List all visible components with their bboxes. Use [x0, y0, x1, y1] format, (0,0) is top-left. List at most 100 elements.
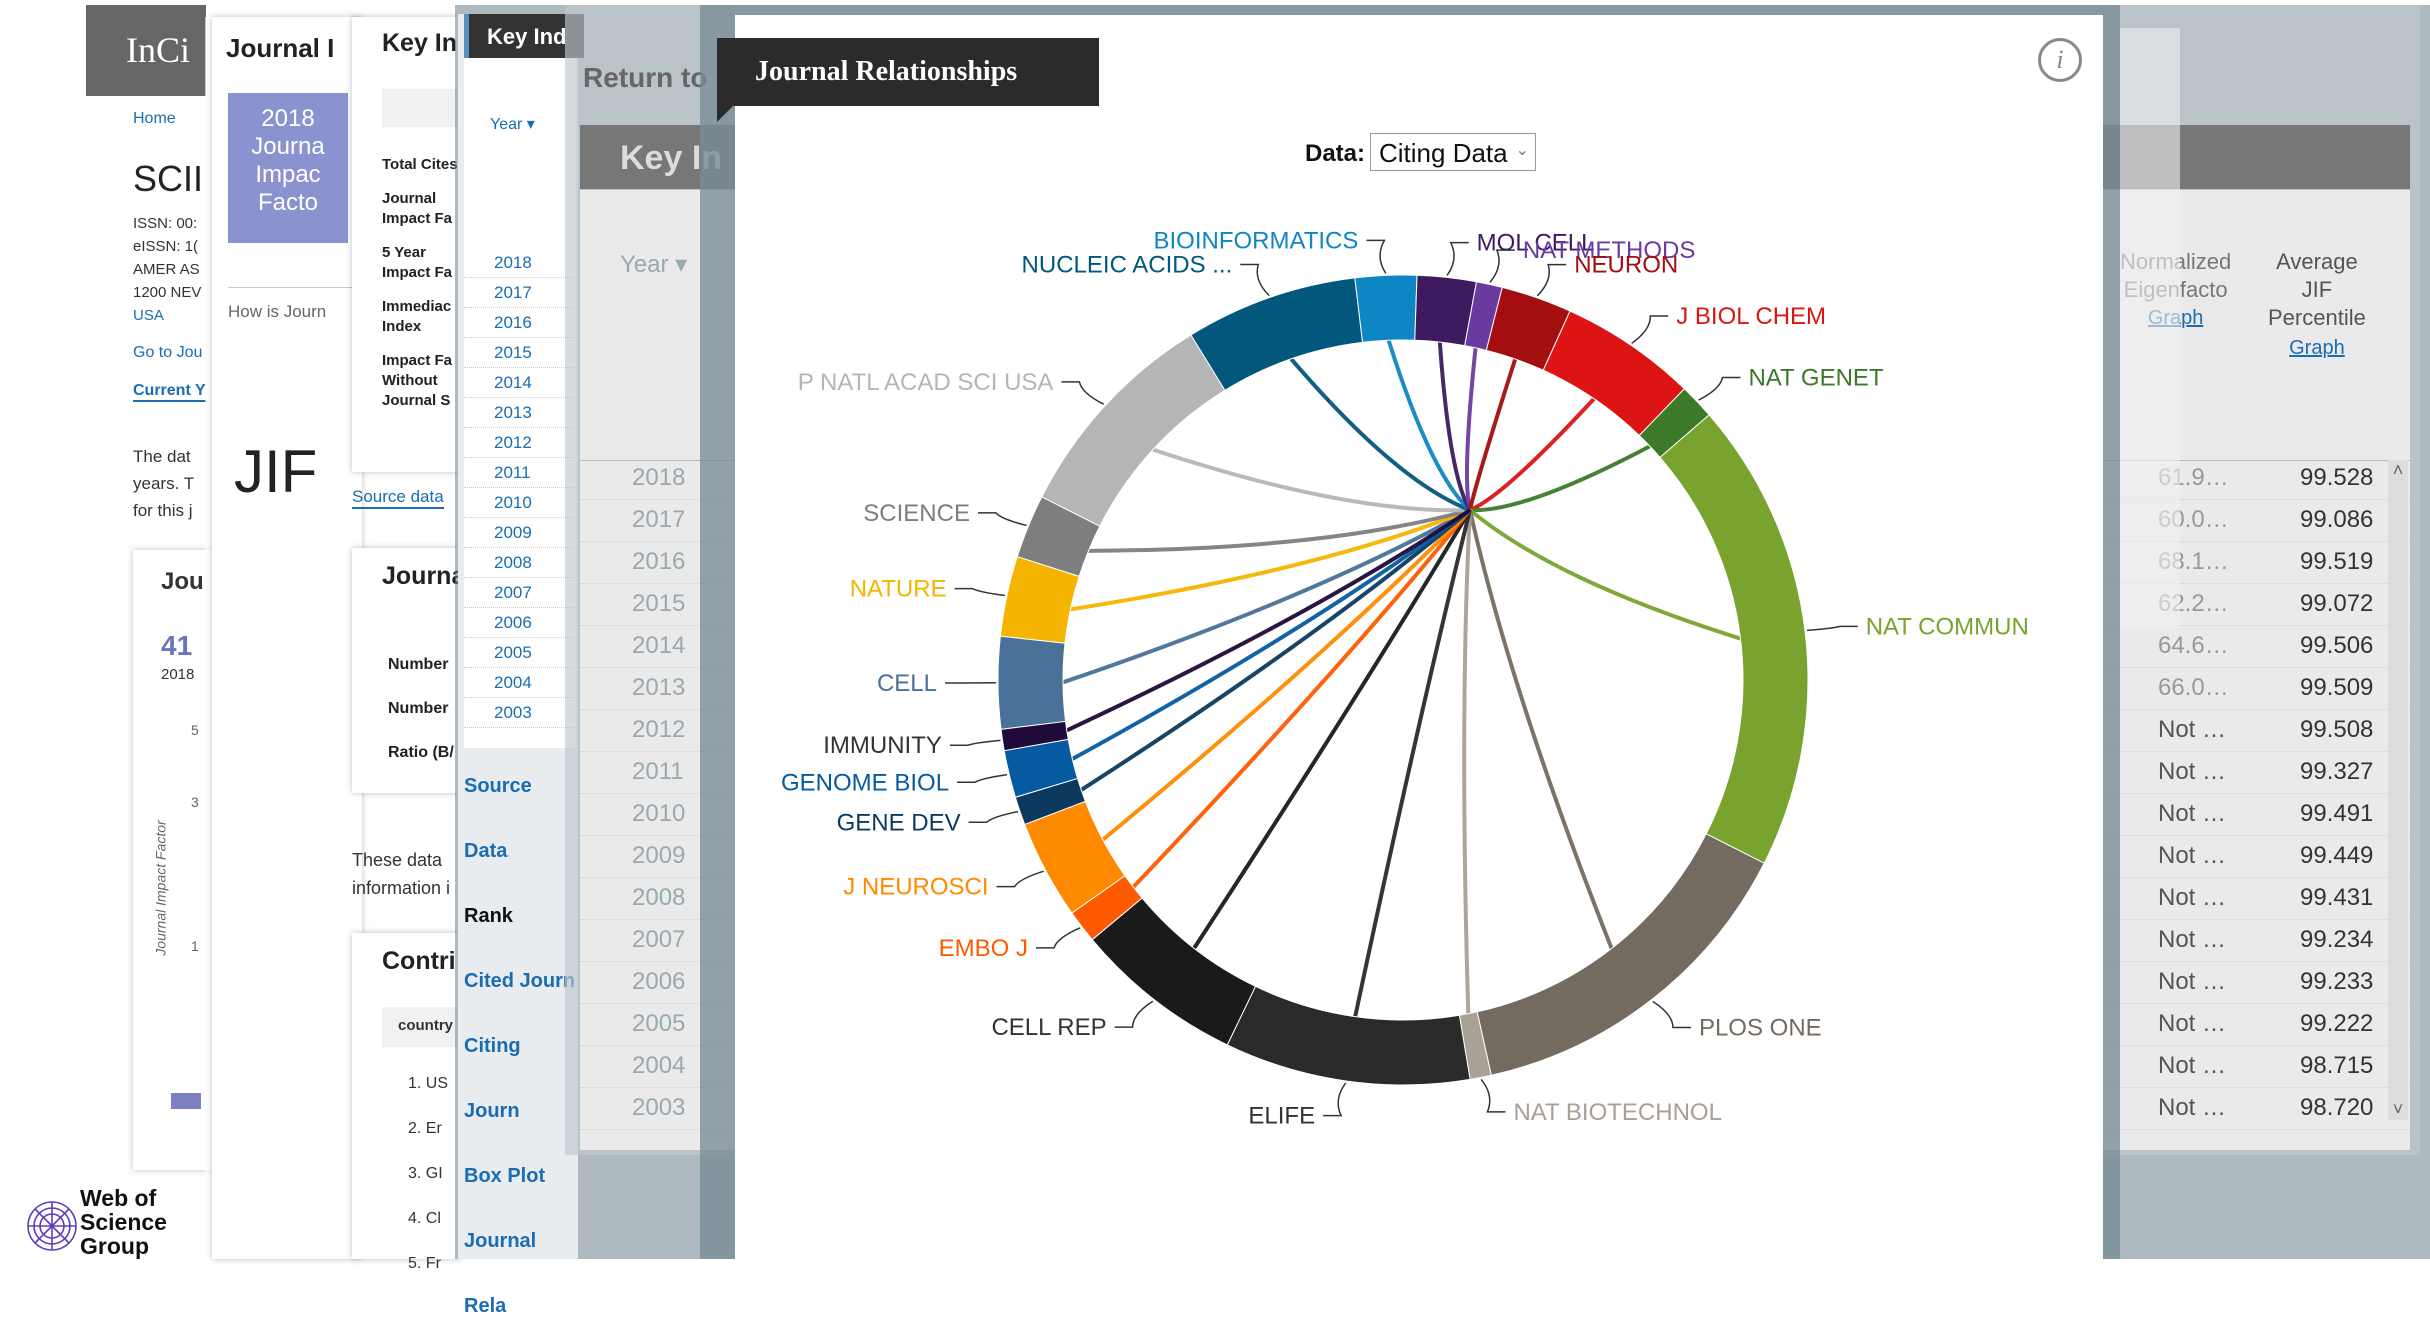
chord-link[interactable] — [1063, 510, 1470, 682]
chord-label[interactable]: SCIENCE — [863, 500, 970, 527]
number-label-2: Number — [388, 700, 448, 718]
chord-label[interactable]: NUCLEIC ACIDS ... — [1022, 251, 1233, 278]
country-list: 1. US2. Er3. GI4. Cl5. Fr — [408, 1061, 448, 1286]
year-row[interactable]: 2005 — [464, 638, 576, 668]
breadcrumb-home[interactable]: Home — [133, 110, 176, 128]
source-data-tab[interactable]: Source data — [352, 487, 444, 509]
chord-label[interactable]: GENE DEV — [837, 809, 961, 836]
row-year: 2004 — [632, 1052, 685, 1080]
nav-cited-journals[interactable]: Cited Journ — [464, 949, 578, 1014]
label-leader — [1366, 240, 1385, 273]
chord-link[interactable] — [1464, 510, 1470, 1014]
row-year: 2010 — [632, 800, 685, 828]
chord-segment[interactable] — [1092, 898, 1255, 1045]
go-to-journal-link[interactable]: Go to Jou — [133, 344, 202, 362]
label-leader — [1807, 626, 1858, 630]
year-column: Year ▾ 201820172016201520142013201220112… — [464, 58, 576, 748]
chord-label[interactable]: CELL REP — [991, 1014, 1106, 1041]
issn-block: ISSN: 00:eISSN: 1(AMER AS1200 NEVUSA — [133, 212, 201, 327]
year-row[interactable]: 2003 — [464, 698, 576, 728]
incites-logo[interactable]: InCi — [86, 5, 206, 96]
chord-link[interactable] — [1133, 510, 1470, 887]
row-year: 2006 — [632, 968, 685, 996]
chord-link[interactable] — [1470, 399, 1594, 510]
chord-link[interactable] — [1153, 450, 1470, 511]
chord-label[interactable]: IMMUNITY — [823, 732, 942, 759]
chord-label[interactable]: BIOINFORMATICS — [1154, 227, 1359, 254]
chord-label[interactable]: NAT COMMUN — [1866, 613, 2029, 640]
chord-label[interactable]: GENOME BIOL — [781, 769, 949, 796]
year-row[interactable]: 2018 — [464, 248, 576, 278]
journal-profile-title: Journal I — [226, 33, 334, 64]
chord-link[interactable] — [1470, 510, 1612, 948]
year-row[interactable]: 2016 — [464, 308, 576, 338]
title-notch — [717, 106, 733, 122]
year-row[interactable]: 2017 — [464, 278, 576, 308]
jif-big-label: JIF — [234, 437, 317, 506]
year-sort-header[interactable]: Year ▾ — [490, 114, 535, 134]
chord-segment[interactable] — [1227, 986, 1470, 1085]
label-leader — [1115, 1001, 1153, 1027]
chord-label[interactable]: PLOS ONE — [1699, 1014, 1822, 1041]
chord-label[interactable]: EMBO J — [939, 935, 1028, 962]
year-row[interactable]: 2012 — [464, 428, 576, 458]
chord-label[interactable]: J NEUROSCI — [843, 874, 988, 901]
chord-segment[interactable] — [1355, 275, 1417, 342]
row-year: 2003 — [632, 1094, 685, 1122]
label-leader — [955, 589, 1005, 596]
chord-label[interactable]: CELL — [877, 670, 937, 697]
nav-box-plot[interactable]: Box Plot — [464, 1144, 578, 1209]
chord-segment[interactable] — [998, 636, 1066, 729]
chord-segment[interactable] — [1042, 335, 1225, 526]
ratio-label: Ratio (B/ — [388, 744, 454, 762]
chord-label[interactable]: J BIOL CHEM — [1676, 303, 1826, 330]
nav-source-data[interactable]: Source Data — [464, 754, 578, 884]
chord-label[interactable]: NATURE — [850, 576, 947, 603]
year-row[interactable]: 2006 — [464, 608, 576, 638]
row-year: 2013 — [632, 674, 685, 702]
nav-citing-journals[interactable]: Citing Journ — [464, 1014, 578, 1144]
description: The datyears. Tfor this j — [133, 443, 194, 524]
nav-rank[interactable]: Rank — [464, 884, 578, 949]
row-year: 2007 — [632, 926, 685, 954]
chord-link[interactable] — [1103, 510, 1470, 840]
nav-journal-relationships[interactable]: Journal Rela — [464, 1209, 578, 1339]
year-row[interactable]: 2009 — [464, 518, 576, 548]
jif-box[interactable]: 2018JournaImpacFacto — [228, 93, 348, 243]
year-row[interactable]: 2011 — [464, 458, 576, 488]
chord-link[interactable] — [1470, 359, 1515, 510]
label-leader — [957, 775, 1007, 783]
web-of-science-logo-icon — [12, 1186, 78, 1252]
year-row[interactable]: 2014 — [464, 368, 576, 398]
contributions-card: Contri country 1. US2. Er3. GI4. Cl5. Fr — [352, 933, 462, 1259]
chord-diagram: CELL NATURE SCIENCE P NATL ACAD SCI USA NUCL… — [735, 15, 2103, 1259]
current-year-tab[interactable]: Current Y — [133, 382, 206, 402]
chord-label[interactable]: P NATL ACAD SCI USA — [798, 369, 1054, 396]
chord-segment[interactable] — [1191, 278, 1363, 390]
return-to-link[interactable]: Return to — [583, 62, 707, 94]
chord-link[interactable] — [1470, 446, 1650, 510]
chord-label[interactable]: NAT BIOTECHNOL — [1513, 1099, 1721, 1126]
year-row[interactable]: 2004 — [464, 668, 576, 698]
mini-panel-title: Jou — [161, 568, 204, 596]
year-sort-header-2[interactable]: Year ▾ — [620, 250, 687, 279]
row-year: 2011 — [632, 758, 684, 786]
label-leader — [1036, 928, 1080, 948]
chord-label[interactable]: ELIFE — [1248, 1103, 1315, 1130]
year-row[interactable]: 2008 — [464, 548, 576, 578]
these-data-text: These datainformation i — [352, 846, 450, 902]
year-row[interactable]: 2007 — [464, 578, 576, 608]
chord-label[interactable]: NAT GENET — [1748, 364, 1883, 391]
chord-label[interactable]: NEURON — [1574, 252, 1678, 279]
row-year: 2015 — [632, 590, 685, 618]
key-indicators-window: Key Ind Year ▾ 2018201720162015201420132… — [458, 14, 578, 1259]
how-is-journal-link[interactable]: How is Journ — [228, 287, 358, 322]
year-row[interactable]: 2013 — [464, 398, 576, 428]
year-row[interactable]: 2010 — [464, 488, 576, 518]
row-year: 2009 — [632, 842, 685, 870]
label-leader — [978, 513, 1027, 526]
mini-bar — [171, 1093, 201, 1109]
chord-segment[interactable] — [1660, 415, 1808, 863]
chord-link[interactable] — [1470, 510, 1740, 639]
year-row[interactable]: 2015 — [464, 338, 576, 368]
